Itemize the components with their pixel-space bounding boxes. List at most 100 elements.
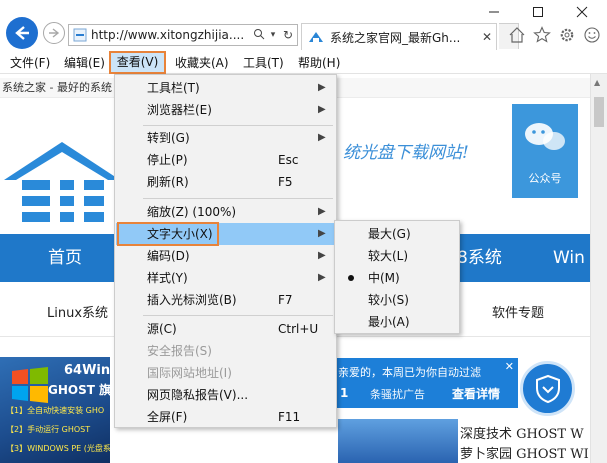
article-link-2[interactable]: 萝卜家园 GHOST WI	[460, 443, 589, 462]
banner-line-2: 【2】手动运行 GHOST	[6, 425, 91, 434]
menu-item-encoding[interactable]: 编码(D) ▶	[116, 245, 335, 267]
forward-button[interactable]	[43, 22, 65, 44]
security-shield-button[interactable]	[520, 361, 575, 416]
adblock-notification: 亲爱的，本周已为你自动过滤 1 条骚扰广告 查看详情 ✕	[330, 358, 518, 408]
menu-edit[interactable]: 编辑(E)	[64, 52, 105, 74]
dropdown-arrow-icon[interactable]: ▾	[267, 30, 279, 40]
search-icon[interactable]	[251, 28, 267, 43]
submenu-arrow-icon: ▶	[318, 104, 326, 115]
submenu-arrow-icon: ▶	[318, 82, 326, 93]
menu-item-style[interactable]: 样式(Y) ▶	[116, 267, 335, 289]
notification-text: 亲爱的，本周已为你自动过滤	[338, 366, 481, 379]
text-size-callout-box	[117, 222, 219, 246]
text-size-smallest[interactable]: 最小(A)	[336, 311, 458, 333]
menu-favorites[interactable]: 收藏夹(A)	[175, 52, 229, 74]
url-text: http://www.xitongzhijia....	[91, 28, 245, 42]
close-icon	[576, 6, 588, 18]
vertical-scrollbar[interactable]: ▲	[590, 74, 607, 463]
banner-line-3: 【3】WINDOWS PE (光盘系统)	[6, 444, 110, 453]
menu-item-full-screen[interactable]: 全屏(F) F11	[116, 406, 335, 428]
back-button[interactable]	[6, 17, 38, 49]
menu-help[interactable]: 帮助(H)	[298, 52, 340, 74]
scroll-up-icon[interactable]: ▲	[594, 78, 600, 87]
nav-win[interactable]: Win	[553, 234, 585, 282]
submenu-arrow-icon: ▶	[318, 228, 326, 239]
wechat-icon	[525, 123, 565, 150]
menu-separator	[143, 198, 333, 199]
text-size-medium[interactable]: 中(M)	[336, 267, 458, 289]
banner-subtitle: GHOST 旗	[48, 383, 110, 397]
home-button[interactable]	[507, 25, 527, 45]
menu-separator	[143, 315, 333, 316]
menu-item-stop[interactable]: 停止(P) Esc	[116, 149, 335, 171]
favorites-button[interactable]	[532, 25, 552, 45]
menu-bar: 文件(F) 编辑(E) 收藏夹(A) 工具(T) 帮助(H)	[0, 52, 607, 74]
subnav-software[interactable]: 软件专题	[492, 302, 544, 321]
arrow-left-icon	[15, 26, 29, 40]
notification-details-link[interactable]: 查看详情	[452, 385, 500, 402]
home-icon	[509, 27, 525, 43]
article-list: 深度技术 GHOST W 萝卜家园 GHOST WI	[458, 419, 590, 463]
close-tab-icon[interactable]: ✕	[478, 30, 496, 44]
menu-item-source[interactable]: 源(C) Ctrl+U	[116, 318, 335, 340]
banner-title: 64Win7	[64, 363, 110, 378]
maximize-button[interactable]	[522, 0, 554, 24]
windows-logo-icon	[12, 367, 48, 403]
scroll-thumb[interactable]	[594, 97, 604, 127]
notification-text-2: 条骚扰广告	[370, 388, 425, 401]
site-logo[interactable]	[0, 108, 120, 228]
menu-item-privacy-report[interactable]: 网页隐私报告(V)...	[116, 384, 335, 406]
site-favicon-icon	[309, 32, 323, 42]
browser-titlebar: http://www.xitongzhijia.... ▾ ↻ 系统之家官网_最…	[0, 0, 607, 52]
gear-icon	[560, 28, 574, 42]
menu-item-security-report: 安全报告(S)	[147, 344, 212, 358]
menu-item-zoom[interactable]: 缩放(Z) (100%) ▶	[116, 201, 335, 223]
menu-view[interactable]: 查看(V)	[109, 51, 166, 74]
ie-page-icon	[73, 28, 87, 42]
menu-item-go-to[interactable]: 转到(G) ▶	[116, 127, 335, 149]
shield-icon	[535, 374, 560, 403]
radio-selected-icon	[348, 275, 354, 281]
banner-line-1: 【1】全自动快速安装 GHO	[6, 406, 105, 415]
menu-separator	[143, 125, 333, 126]
arrow-right-icon	[49, 28, 60, 38]
browser-tab[interactable]: 系统之家官网_最新Gh... ✕	[301, 23, 497, 50]
close-notification-icon[interactable]: ✕	[505, 360, 514, 373]
minimize-button[interactable]	[478, 0, 510, 24]
submenu-arrow-icon: ▶	[318, 206, 326, 217]
wechat-label: 公众号	[528, 172, 562, 185]
screenshot-thumbnail[interactable]	[338, 419, 458, 463]
minimize-icon	[489, 11, 499, 13]
article-link-1[interactable]: 深度技术 GHOST W	[460, 423, 584, 442]
subnav-linux[interactable]: Linux系统	[47, 302, 108, 321]
menu-item-explorer-bars[interactable]: 浏览器栏(E) ▶	[116, 99, 335, 121]
refresh-icon[interactable]: ↻	[279, 28, 297, 42]
maximize-icon	[533, 7, 543, 17]
feedback-button[interactable]	[582, 25, 602, 45]
text-size-smaller[interactable]: 较小(S)	[336, 289, 458, 311]
smiley-icon	[584, 27, 600, 43]
menu-file[interactable]: 文件(F)	[10, 52, 50, 74]
close-window-button[interactable]	[566, 0, 598, 24]
site-slogan: 统光盘下载网站!	[343, 143, 469, 163]
notification-count: 1	[340, 386, 349, 400]
star-icon	[533, 26, 551, 43]
text-size-larger[interactable]: 较大(L)	[336, 245, 458, 267]
submenu-arrow-icon: ▶	[318, 132, 326, 143]
menu-item-caret-browsing[interactable]: 插入光标浏览(B) F7	[116, 289, 335, 311]
menu-item-toolbars[interactable]: 工具栏(T) ▶	[116, 77, 335, 99]
text-size-submenu: 最大(G) 较大(L) 中(M) 较小(S) 最小(A)	[334, 220, 460, 334]
view-menu: 工具栏(T) ▶ 浏览器栏(E) ▶ 转到(G) ▶ 停止(P) Esc 刷新(R) F5…	[114, 74, 337, 428]
settings-button[interactable]	[557, 25, 577, 45]
address-bar[interactable]: http://www.xitongzhijia.... ▾ ↻	[68, 24, 298, 46]
menu-tools[interactable]: 工具(T)	[243, 52, 284, 74]
wechat-qrcode-box[interactable]: 公众号	[512, 104, 578, 198]
tab-title: 系统之家官网_最新Gh...	[330, 30, 461, 45]
text-size-largest[interactable]: 最大(G)	[336, 223, 458, 245]
ghost-win7-banner[interactable]: 64Win7 GHOST 旗 【1】全自动快速安装 GHO 【2】手动运行 GH…	[0, 357, 110, 463]
nav-home[interactable]: 首页	[48, 234, 82, 282]
menu-item-refresh[interactable]: 刷新(R) F5	[116, 171, 335, 193]
nav-system[interactable]: 8系统	[457, 234, 502, 282]
house-logo-icon	[4, 142, 120, 224]
menu-item-international-address: 国际网站地址(I)	[147, 366, 232, 380]
